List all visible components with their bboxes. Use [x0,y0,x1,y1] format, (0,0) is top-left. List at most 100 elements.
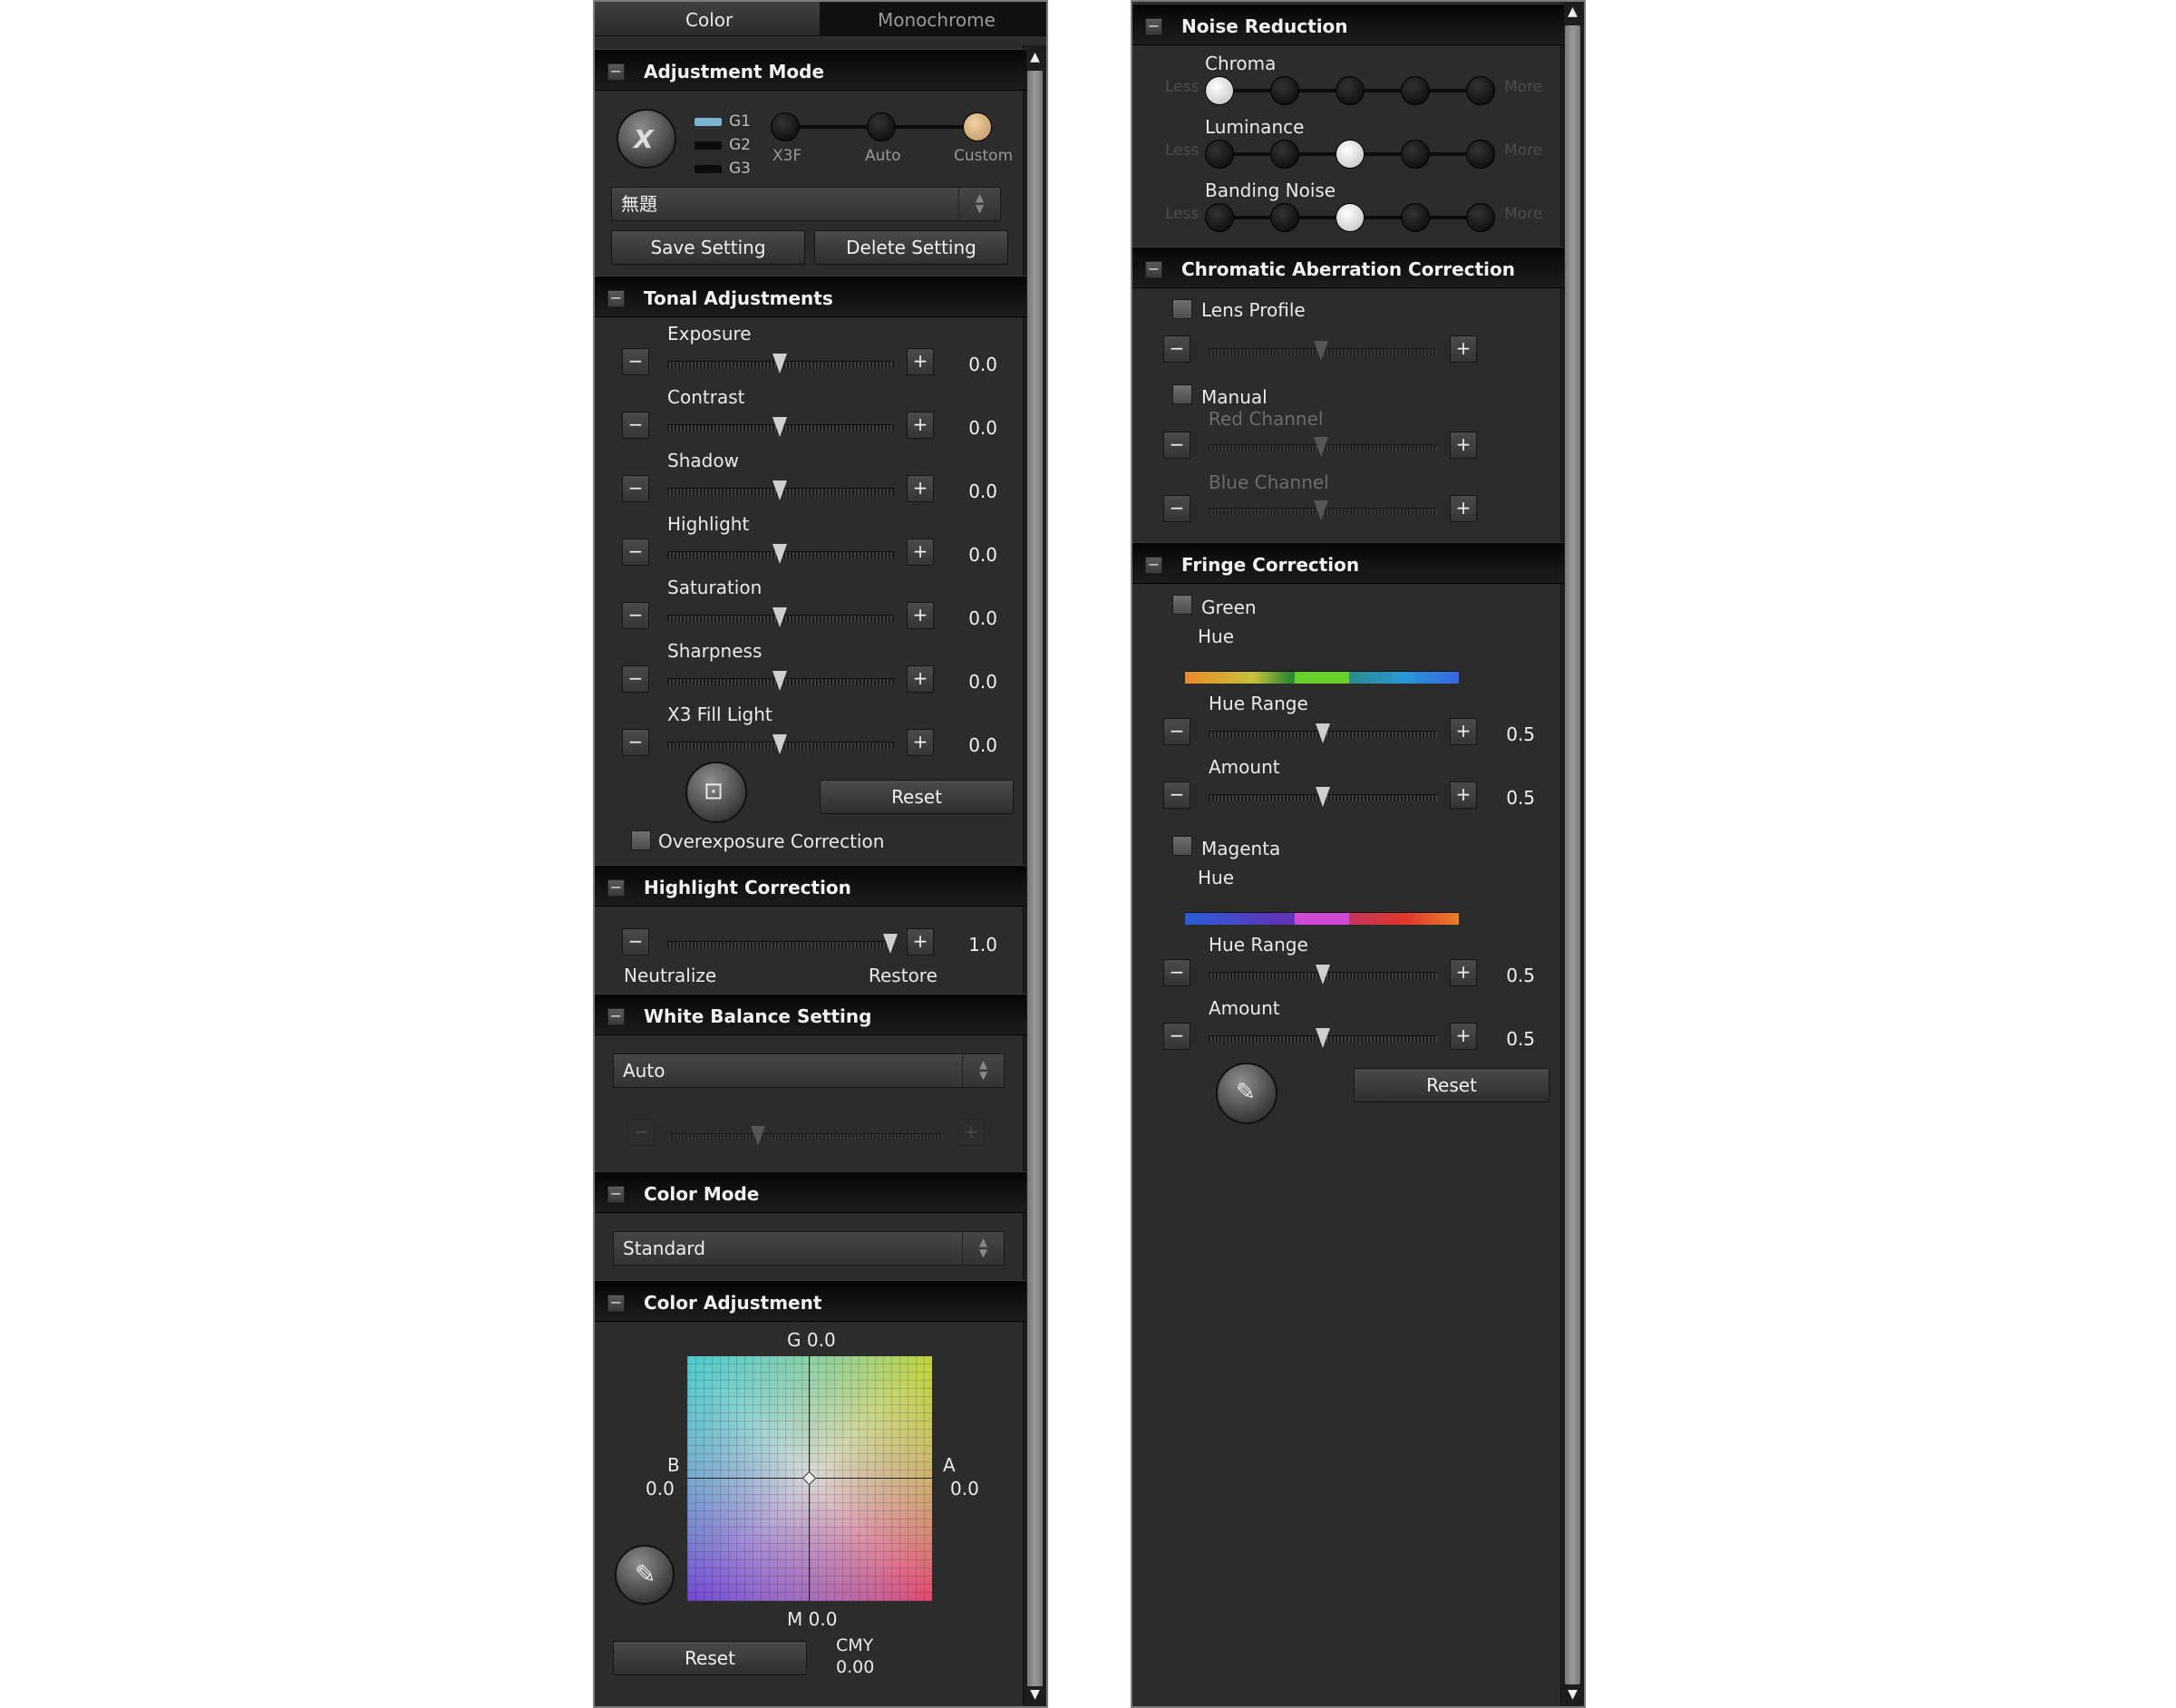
tab-monochrome[interactable]: Monochrome [820,2,1046,36]
noise-level-dot[interactable] [1466,140,1495,169]
slider-thumb[interactable] [772,734,787,754]
highlight-thumb[interactable] [883,934,898,954]
noise-level-dot[interactable] [1205,140,1234,169]
magenta-amount-minus[interactable]: − [1163,1023,1190,1050]
mode-x3f-dot[interactable] [771,112,800,141]
collapse-icon[interactable]: − [607,1186,625,1203]
slider-minus-button[interactable]: − [622,412,649,439]
white-balance-select[interactable]: Auto ▲ ▼ [613,1053,1005,1088]
scroll-up-arrow[interactable]: ▲ [1564,4,1581,21]
fringe-eyedropper-button[interactable]: ✎ [1216,1063,1277,1124]
noise-level-dot[interactable] [1401,203,1430,232]
color-mode-select[interactable]: Standard ▲ ▼ [613,1231,1005,1266]
manual-checkbox[interactable] [1172,384,1192,404]
scroll-up-arrow[interactable]: ▲ [1026,49,1044,66]
slider-minus-button[interactable]: − [622,602,649,629]
slider-thumb[interactable] [772,417,787,437]
g1-indicator[interactable] [695,118,722,126]
slider-plus-button[interactable]: + [907,729,934,756]
slider-plus-button[interactable]: + [907,665,934,693]
green-amount-thumb[interactable] [1316,787,1330,807]
noise-level-dot[interactable] [1401,76,1430,105]
scroll-down-arrow[interactable]: ▼ [1564,1686,1581,1703]
highlight-track[interactable] [667,941,894,948]
magenta-amount-plus[interactable]: + [1450,1023,1477,1050]
overexposure-checkbox[interactable] [631,830,651,850]
color-eyedropper-button[interactable]: ✎ [615,1545,675,1605]
magenta-hue-range-minus[interactable]: − [1163,959,1190,986]
noise-level-dot[interactable] [1336,140,1365,169]
tonal-reset-button[interactable]: Reset [820,780,1014,814]
blue-thumb[interactable] [1314,500,1328,520]
collapse-icon[interactable]: − [607,63,625,81]
noise-level-dot[interactable] [1466,203,1495,232]
mode-custom-dot[interactable] [963,112,992,141]
slider-plus-button[interactable]: + [907,348,934,375]
noise-level-dot[interactable] [1466,76,1495,105]
green-hue-range-thumb[interactable] [1316,723,1330,743]
collapse-icon[interactable]: − [1145,18,1162,35]
magenta-hue-range-plus[interactable]: + [1450,959,1477,986]
green-amount-minus[interactable]: − [1163,781,1190,809]
magenta-hue-range-thumb[interactable] [1316,965,1330,985]
green-hue-range-plus[interactable]: + [1450,718,1477,745]
scroll-thumb[interactable] [1565,25,1580,1684]
green-hue-bar[interactable] [1185,671,1459,684]
eyedropper-button[interactable]: ⊡ [685,762,747,823]
noise-level-dot[interactable] [1401,140,1430,169]
wb-thumb[interactable] [751,1126,765,1146]
mode-auto-dot[interactable] [867,112,896,141]
slider-plus-button[interactable]: + [907,475,934,502]
save-setting-button[interactable]: Save Setting [611,230,805,265]
magenta-checkbox[interactable] [1172,836,1192,856]
collapse-icon[interactable]: − [1145,261,1162,278]
wb-track[interactable] [671,1133,943,1140]
green-hue-range-minus[interactable]: − [1163,718,1190,745]
noise-level-dot[interactable] [1205,203,1234,232]
noise-level-dot[interactable] [1270,203,1299,232]
collapse-icon[interactable]: − [607,1295,625,1312]
lens-minus-button[interactable]: − [1163,335,1190,363]
slider-plus-button[interactable]: + [907,412,934,439]
delete-setting-button[interactable]: Delete Setting [814,230,1008,265]
collapse-icon[interactable]: − [607,879,625,897]
scroll-thumb[interactable] [1027,71,1043,1693]
collapse-icon[interactable]: − [607,1008,625,1025]
lens-thumb[interactable] [1314,341,1328,361]
slider-thumb[interactable] [772,544,787,564]
noise-level-dot[interactable] [1336,203,1365,232]
slider-minus-button[interactable]: − [622,665,649,693]
noise-level-dot[interactable] [1270,140,1299,169]
wb-minus-button[interactable]: − [627,1119,655,1146]
slider-minus-button[interactable]: − [622,348,649,375]
noise-level-dot[interactable] [1270,76,1299,105]
noise-level-dot[interactable] [1336,76,1365,105]
collapse-icon[interactable]: − [607,290,625,307]
magenta-hue-bar[interactable] [1185,912,1459,925]
slider-plus-button[interactable]: + [907,602,934,629]
collapse-icon[interactable]: − [1145,557,1162,574]
slider-thumb[interactable] [772,671,787,691]
slider-plus-button[interactable]: + [907,539,934,566]
slider-minus-button[interactable]: − [622,475,649,502]
magenta-amount-thumb[interactable] [1316,1028,1330,1048]
green-checkbox[interactable] [1172,595,1192,615]
x3f-logo-button[interactable]: X [617,109,676,169]
blue-plus-button[interactable]: + [1450,495,1477,522]
lens-plus-button[interactable]: + [1450,335,1477,363]
red-plus-button[interactable]: + [1450,432,1477,459]
color-grid[interactable] [687,1356,932,1601]
noise-level-dot[interactable] [1205,76,1234,105]
slider-thumb[interactable] [772,607,787,627]
blue-minus-button[interactable]: − [1163,495,1190,522]
tab-color[interactable]: Color [595,2,820,36]
color-reset-button[interactable]: Reset [613,1641,807,1675]
green-amount-plus[interactable]: + [1450,781,1477,809]
red-minus-button[interactable]: − [1163,432,1190,459]
slider-minus-button[interactable]: − [622,729,649,756]
slider-thumb[interactable] [772,480,787,500]
g2-indicator[interactable] [695,141,722,150]
slider-minus-button[interactable]: − [622,539,649,566]
wb-plus-button[interactable]: + [957,1119,985,1146]
highlight-plus-button[interactable]: + [907,928,934,956]
